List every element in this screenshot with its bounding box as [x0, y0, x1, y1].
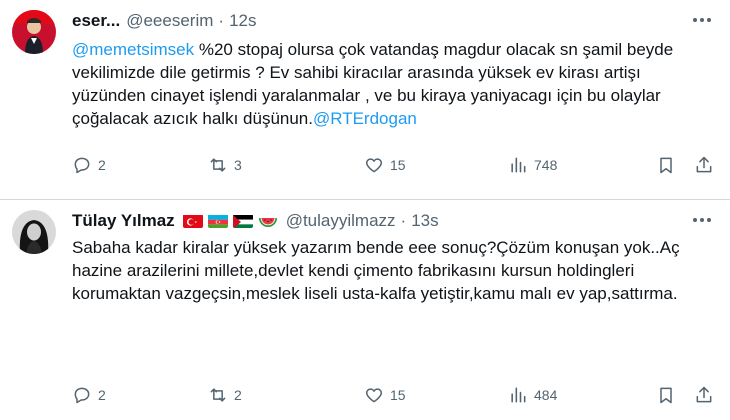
- avatar[interactable]: [12, 210, 56, 254]
- share-button[interactable]: [694, 153, 714, 177]
- avatar-image: [12, 10, 56, 54]
- views-count: 484: [534, 387, 558, 403]
- share-icon: [696, 386, 712, 403]
- user-handle[interactable]: @tulayyilmazz: [286, 211, 396, 231]
- like-button[interactable]: 15: [364, 383, 406, 407]
- separator-dot: ·: [218, 11, 225, 30]
- share-button[interactable]: [694, 383, 714, 407]
- repost-button[interactable]: 3: [208, 153, 242, 177]
- reply-icon: [74, 157, 90, 174]
- turkey-flag-icon: [182, 214, 203, 228]
- display-name[interactable]: eser...: [72, 11, 120, 31]
- repost-button[interactable]: 2: [208, 383, 242, 407]
- reply-icon: [74, 387, 90, 404]
- avatar[interactable]: [12, 10, 56, 54]
- tweet[interactable]: eser... @eeeserim · 12s @memetsimsek %20…: [0, 0, 730, 200]
- repost-icon: [210, 158, 226, 172]
- repost-count: 2: [234, 387, 242, 403]
- mention-link[interactable]: @RTErdogan: [313, 109, 417, 128]
- azerbaijan-flag-icon: [207, 214, 228, 228]
- like-button[interactable]: 15: [364, 153, 406, 177]
- separator-dot: ·: [400, 211, 407, 230]
- watermelon-icon: [258, 214, 278, 228]
- reply-button[interactable]: 2: [72, 153, 106, 177]
- share-icon: [696, 156, 712, 173]
- avatar-image: [12, 210, 56, 254]
- repost-icon: [210, 388, 226, 402]
- display-name[interactable]: Tülay Yılmaz: [72, 211, 175, 231]
- bookmark-icon: [660, 157, 672, 174]
- tweet-header: Tülay Yılmaz @tulayyilmazz · 13s: [72, 210, 439, 232]
- reply-count: 2: [98, 387, 106, 403]
- user-handle[interactable]: @eeeserim: [126, 11, 213, 31]
- tweet-header: eser... @eeeserim · 12s: [72, 10, 257, 32]
- like-count: 15: [390, 157, 406, 173]
- profile-flags: [182, 214, 278, 228]
- like-count: 15: [390, 387, 406, 403]
- action-bar: 2 3 15 748: [72, 153, 712, 177]
- heart-icon: [365, 388, 383, 403]
- repost-count: 3: [234, 157, 242, 173]
- views-button[interactable]: 748: [508, 153, 557, 177]
- views-button[interactable]: 484: [508, 383, 557, 407]
- tweet-text: Sabaha kadar kiralar yüksek yazarım bend…: [72, 238, 680, 303]
- heart-icon: [365, 158, 383, 173]
- tweet-text: @memetsimsek %20 stopaj olursa çok vatan…: [72, 38, 712, 130]
- timestamp[interactable]: 12s: [229, 11, 256, 31]
- views-chart-icon: [511, 157, 526, 173]
- mention-link[interactable]: @memetsimsek: [72, 40, 194, 59]
- palestine-flag-icon: [232, 214, 253, 228]
- reply-button[interactable]: 2: [72, 383, 106, 407]
- views-chart-icon: [511, 387, 526, 403]
- bookmark-button[interactable]: [656, 153, 676, 177]
- tweet[interactable]: Tülay Yılmaz @tulayyilmazz · 13s Sabaha …: [0, 200, 730, 420]
- bookmark-button[interactable]: [656, 383, 676, 407]
- more-icon[interactable]: [690, 10, 714, 30]
- views-count: 748: [534, 157, 558, 173]
- timestamp[interactable]: 13s: [411, 211, 438, 231]
- reply-count: 2: [98, 157, 106, 173]
- action-bar: 2 2 15 484: [72, 383, 712, 407]
- more-icon[interactable]: [690, 210, 714, 230]
- bookmark-icon: [660, 387, 672, 404]
